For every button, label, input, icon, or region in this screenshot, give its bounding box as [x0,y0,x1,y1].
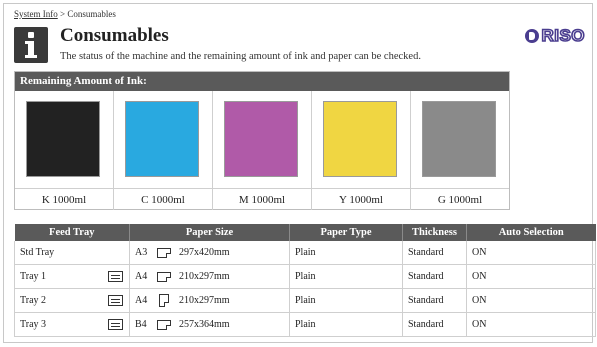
feed-tray-table: Feed Tray Paper Size Paper Type Thicknes… [14,224,596,337]
feed-tray-cell: Tray 1 [14,264,130,289]
breadcrumb-separator: > [57,9,68,19]
column-header-paper-size: Paper Size [129,224,290,241]
thickness-cell: Standard [402,241,467,265]
feed-tray-cell: Tray 2 [14,288,130,313]
feed-tray-name: Tray 1 [20,271,47,282]
table-row: Tray 3 B4 257x364mm Plain Standard ON [14,312,596,337]
ink-cell-k: K 1000ml [15,91,114,210]
ink-row: K 1000ml C 1000ml M 1000ml Y 1000ml G 10… [15,91,509,210]
page-description: The status of the machine and the remain… [60,51,421,62]
column-header-paper-type: Paper Type [289,224,403,241]
feed-tray-name: Tray 3 [20,319,47,330]
ink-swatch-y [323,101,397,177]
ink-label-c: C 1000ml [114,188,212,211]
tray-icon [108,319,123,330]
table-row: Tray 2 A4 210x297mm Plain Standard ON [14,288,596,313]
riso-logo-text: RISO [541,25,586,46]
page-title: Consumables [60,25,169,46]
tray-icon [108,271,123,282]
tray-icon [108,295,123,306]
thickness-cell: Standard [402,264,467,289]
ink-label-y: Y 1000ml [312,188,410,211]
ink-swatch-m [224,101,298,177]
breadcrumb-current: Consumables [67,9,116,19]
auto-selection-cell: ON [466,264,596,289]
ink-label-m: M 1000ml [213,188,311,211]
ink-cell-m: M 1000ml [213,91,312,210]
breadcrumb-system-info-link[interactable]: System Info [14,9,58,19]
auto-selection-cell: ON [466,241,596,265]
column-header-feed-tray: Feed Tray [14,224,130,241]
feed-tray-cell: Tray 3 [14,312,130,337]
breadcrumb: System Info > Consumables [14,9,116,19]
ink-label-k: K 1000ml [15,188,113,211]
table-row: Tray 1 A4 210x297mm Plain Standard ON [14,264,596,289]
ink-swatch-g [422,101,496,177]
ink-cell-g: G 1000ml [411,91,509,210]
paper-size-code: A4 [135,294,148,306]
riso-logo-mark-icon [525,29,540,43]
thickness-cell: Standard [402,288,467,313]
paper-type-cell: Plain [289,241,403,265]
feed-tray-name: Std Tray [20,247,55,258]
column-header-auto-selection: Auto Selection [466,224,596,241]
paper-orientation-landscape-icon [157,247,171,258]
paper-size-cell: A4 210x297mm [129,264,290,289]
ink-swatch-k [26,101,100,177]
feed-tray-cell: Std Tray [14,241,130,265]
paper-type-cell: Plain [289,288,403,313]
table-header-row: Feed Tray Paper Size Paper Type Thicknes… [14,224,596,241]
info-icon [14,27,48,63]
feed-tray-name: Tray 2 [20,295,47,306]
paper-size-cell: B4 257x364mm [129,312,290,337]
ink-panel-heading: Remaining Amount of Ink: [15,72,509,91]
paper-type-cell: Plain [289,312,403,337]
ink-cell-c: C 1000ml [114,91,213,210]
paper-size-code: A3 [135,247,148,258]
auto-selection-cell: ON [466,288,596,313]
riso-logo: RISO [525,25,586,46]
paper-size-code: B4 [135,319,147,330]
column-header-thickness: Thickness [402,224,467,241]
paper-orientation-landscape-icon [157,319,171,330]
ink-panel: Remaining Amount of Ink: K 1000ml C 1000… [14,71,510,210]
paper-size-code: A4 [135,271,148,282]
ink-label-g: G 1000ml [411,188,509,211]
thickness-cell: Standard [402,312,467,337]
ink-cell-y: Y 1000ml [312,91,411,210]
paper-type-cell: Plain [289,264,403,289]
paper-size-cell: A3 297x420mm [129,241,290,265]
paper-orientation-landscape-icon [157,271,171,282]
paper-size-value: 210x297mm [179,294,230,306]
auto-selection-cell: ON [466,312,596,337]
paper-size-value: 210x297mm [179,271,230,282]
paper-orientation-portrait-icon [159,294,169,307]
paper-size-value: 297x420mm [179,247,230,258]
ink-swatch-c [125,101,199,177]
table-row: Std Tray A3 297x420mm Plain Standard ON [14,241,596,265]
paper-size-value: 257x364mm [179,319,230,330]
paper-size-cell: A4 210x297mm [129,288,290,313]
